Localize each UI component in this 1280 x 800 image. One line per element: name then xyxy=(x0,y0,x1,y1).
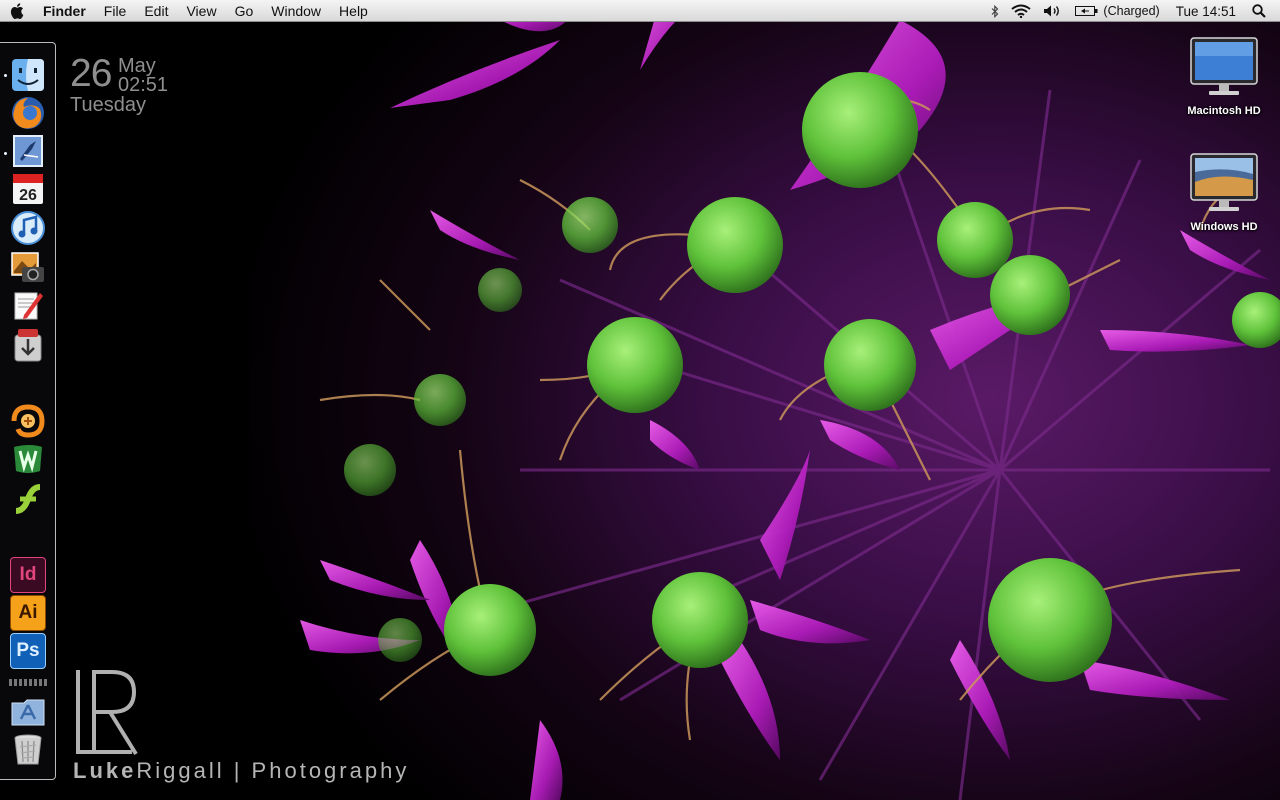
iphoto-icon xyxy=(11,252,44,282)
clock-month: May xyxy=(118,55,156,77)
desktop-icon-macintosh-hd[interactable]: Macintosh HD xyxy=(1174,36,1274,117)
bluetooth-icon xyxy=(991,4,999,18)
bluetooth-menu[interactable] xyxy=(985,0,1005,22)
clock-weekday: Tuesday xyxy=(70,94,146,116)
desktop-icon-label: Windows HD xyxy=(1190,221,1258,233)
hard-drive-icon xyxy=(1190,37,1258,95)
spotlight-icon xyxy=(1252,4,1266,18)
hard-drive-icon xyxy=(1190,153,1258,211)
watermark-name-rest: Riggall | Photography xyxy=(136,758,410,783)
ical-date-text: 26 xyxy=(19,187,37,204)
clock-day: 26 xyxy=(70,52,112,95)
menu-clock[interactable]: Tue 14:51 xyxy=(1166,0,1246,22)
apple-menu[interactable] xyxy=(0,0,34,22)
status-menus: (Charged) Tue 14:51 xyxy=(985,0,1280,22)
itunes-icon xyxy=(11,211,45,245)
desktop-icon-label: Macintosh HD xyxy=(1187,105,1261,117)
dock-item-ical[interactable]: 26 xyxy=(10,171,46,207)
watermark-logo xyxy=(72,668,142,763)
running-indicator-finder xyxy=(4,74,7,77)
dock-item-dreamweaver[interactable] xyxy=(10,441,46,477)
dock-item-applications[interactable] xyxy=(10,693,46,729)
flash-icon xyxy=(15,484,41,514)
spotlight-menu[interactable] xyxy=(1246,0,1280,22)
trash-icon xyxy=(14,734,42,765)
dock-item-iphoto[interactable] xyxy=(10,249,46,285)
dreamweaver-icon xyxy=(14,445,42,473)
dock-item-textedit[interactable] xyxy=(10,287,46,323)
finder-icon xyxy=(12,59,44,91)
dock-item-mail[interactable] xyxy=(10,133,46,169)
lr-monogram-icon xyxy=(76,670,138,756)
desktop-wallpaper xyxy=(0,0,1280,800)
fireworks-icon xyxy=(11,404,45,438)
menu-help[interactable]: Help xyxy=(330,0,377,22)
dock-item-trash[interactable] xyxy=(10,731,46,767)
clock-time: 02:51 xyxy=(118,74,169,96)
dock-item-fireworks[interactable] xyxy=(10,403,46,439)
dock-item-installer[interactable] xyxy=(10,327,46,363)
dock-item-indesign[interactable]: Id xyxy=(10,557,46,593)
dock-item-flash[interactable] xyxy=(10,481,46,517)
menu-view[interactable]: View xyxy=(177,0,225,22)
menu-edit[interactable]: Edit xyxy=(135,0,177,22)
battery-status-text: (Charged) xyxy=(1103,4,1160,18)
illustrator-icon: Ai xyxy=(10,595,46,631)
battery-menu[interactable]: (Charged) xyxy=(1069,0,1165,22)
menu-window[interactable]: Window xyxy=(262,0,330,22)
dock-item-photoshop[interactable]: Ps xyxy=(10,633,46,669)
wifi-menu[interactable] xyxy=(1005,0,1037,22)
menu-bar: Finder File Edit View Go Window Help (Ch… xyxy=(0,0,1280,22)
dock-separator xyxy=(9,679,47,686)
dock-item-illustrator[interactable]: Ai xyxy=(10,595,46,631)
mail-icon xyxy=(13,135,43,167)
menu-app-finder[interactable]: Finder xyxy=(34,0,95,22)
volume-icon xyxy=(1044,5,1060,17)
photoshop-icon: Ps xyxy=(10,633,46,669)
apple-icon xyxy=(10,2,24,19)
dock: 26 Id Ai Ps xyxy=(0,42,56,780)
desktop-icon-windows-hd[interactable]: Windows HD xyxy=(1174,152,1274,233)
firefox-icon xyxy=(12,97,44,129)
installer-icon xyxy=(14,329,42,362)
menu-go[interactable]: Go xyxy=(226,0,263,22)
battery-icon xyxy=(1075,6,1098,16)
wifi-icon xyxy=(1011,4,1032,18)
indesign-icon: Id xyxy=(10,557,46,593)
menu-file[interactable]: File xyxy=(95,0,136,22)
watermark-name-bold: Luke xyxy=(73,758,137,783)
applications-folder-icon xyxy=(11,699,45,726)
running-indicator-mail xyxy=(4,152,7,155)
dock-item-finder[interactable] xyxy=(10,57,46,93)
dock-item-firefox[interactable] xyxy=(10,95,46,131)
dock-item-itunes[interactable] xyxy=(10,210,46,246)
watermark-text: LukeRiggall | Photography xyxy=(73,758,409,784)
volume-menu[interactable] xyxy=(1037,0,1069,22)
ical-icon: 26 xyxy=(13,174,43,204)
textedit-icon xyxy=(14,292,43,320)
